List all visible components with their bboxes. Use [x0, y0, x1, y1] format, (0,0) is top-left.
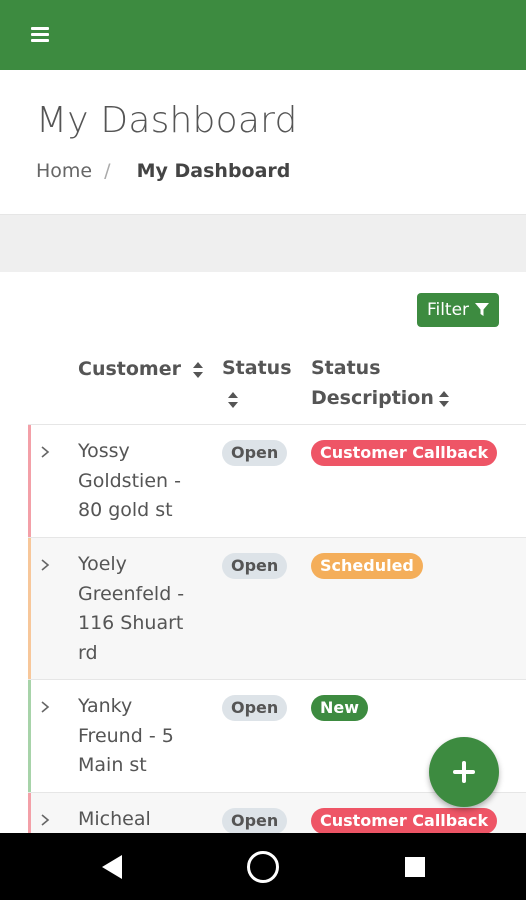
page-title: My Dashboard: [36, 100, 298, 141]
chevron-right-icon[interactable]: [38, 813, 52, 827]
chevron-right-icon[interactable]: [38, 700, 52, 714]
hamburger-menu-icon[interactable]: [28, 22, 54, 48]
home-icon[interactable]: [246, 850, 280, 884]
status-description-badge: New: [311, 695, 369, 721]
breadcrumb-current: My Dashboard: [136, 160, 291, 182]
sort-icon: [438, 390, 449, 407]
column-header-customer[interactable]: Customer: [78, 354, 204, 384]
section-divider: [0, 215, 526, 272]
row-status-accent: [28, 793, 31, 833]
table-row[interactable]: Yoely Greenfeld - 116 Shuart rd Open Sch…: [28, 537, 526, 679]
row-status-accent: [28, 425, 31, 537]
table-row[interactable]: Yossy Goldstien - 80 gold st Open Custom…: [28, 424, 526, 537]
column-header-status[interactable]: Status: [222, 353, 292, 413]
chevron-right-icon[interactable]: [38, 445, 52, 459]
status-badge: Open: [222, 440, 288, 466]
customer-name: Yoely Greenfeld - 116 Shuart rd: [78, 553, 185, 664]
row-status-accent: [28, 538, 31, 679]
row-status-accent: [28, 680, 31, 792]
status-description-badge: Customer Callback: [311, 440, 498, 466]
status-badge: Open: [222, 695, 288, 721]
filter-button-label: Filter: [426, 300, 470, 320]
page-header: My Dashboard Home / My Dashboard: [0, 70, 526, 215]
sort-icon: [192, 361, 203, 378]
system-nav-bar: [0, 833, 526, 900]
plus-icon-vertical: [462, 761, 466, 783]
recents-icon[interactable]: [404, 856, 426, 878]
status-description-badge: Scheduled: [311, 553, 423, 579]
column-header-status-description-line2: Description: [311, 387, 434, 409]
back-icon[interactable]: [101, 854, 123, 880]
breadcrumb-separator: /: [104, 160, 111, 182]
funnel-icon: [475, 303, 490, 316]
status-badge: Open: [222, 553, 288, 579]
customer-name: Yossy Goldstien - 80 gold st: [78, 440, 181, 521]
column-header-customer-label: Customer: [78, 358, 181, 380]
add-button[interactable]: [429, 737, 499, 807]
column-header-status-description[interactable]: Status Description: [311, 353, 450, 413]
filter-button[interactable]: Filter: [417, 293, 499, 327]
status-description-badge: Customer Callback: [311, 808, 498, 833]
customer-name: Yanky Freund - 5 Main st: [78, 695, 174, 776]
chevron-right-icon[interactable]: [38, 558, 52, 572]
column-header-status-description-line1: Status: [311, 357, 381, 379]
breadcrumb-home-link[interactable]: Home: [36, 160, 92, 182]
column-header-status-label: Status: [222, 357, 292, 379]
sort-icon: [228, 391, 238, 408]
app-bar: [0, 0, 526, 70]
status-badge: Open: [222, 808, 288, 833]
breadcrumb: Home / My Dashboard: [36, 160, 290, 182]
customer-name: Micheal: [78, 808, 151, 830]
